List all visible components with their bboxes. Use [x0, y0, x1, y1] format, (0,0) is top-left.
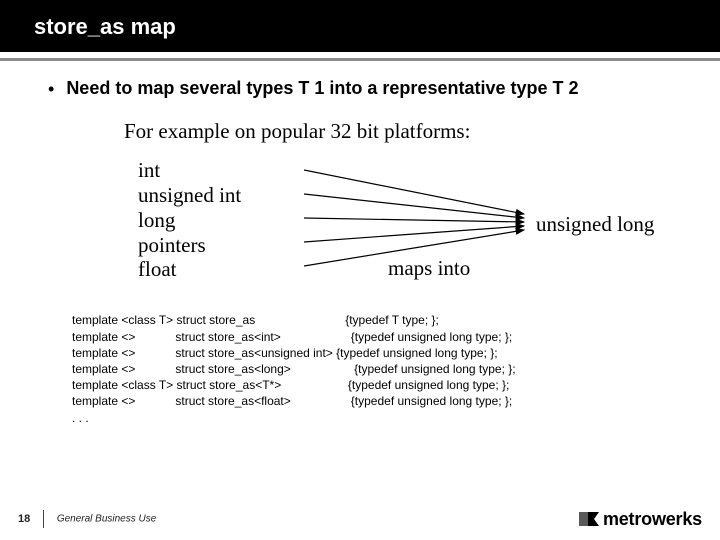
- metrowerks-logo-icon: [579, 511, 599, 525]
- type-mapping-diagram: int unsigned int long pointers float uns…: [138, 158, 696, 288]
- source-type-unsigned-int: unsigned int: [138, 183, 241, 208]
- bullet-text: Need to map several types T 1 into a rep…: [66, 78, 578, 99]
- bullet-dot-icon: •: [48, 78, 54, 101]
- logo-text: metrowerks: [603, 509, 702, 529]
- slide: store_as map • Need to map several types…: [0, 0, 720, 540]
- target-type: unsigned long: [536, 212, 654, 237]
- footer-separator: [43, 510, 44, 528]
- source-type-long: long: [138, 208, 241, 233]
- page-number: 18: [18, 513, 30, 525]
- code-line: template <> struct store_as<float> {type…: [72, 393, 696, 409]
- code-line: template <> struct store_as<long> {typed…: [72, 361, 696, 377]
- code-line: template <> struct store_as<unsigned int…: [72, 345, 696, 361]
- example-subtitle: For example on popular 32 bit platforms:: [124, 119, 696, 144]
- slide-title: store_as map: [34, 14, 176, 39]
- title-bar: store_as map: [0, 0, 720, 52]
- content-area: • Need to map several types T 1 into a r…: [0, 52, 720, 426]
- code-line: template <> struct store_as<int> {typede…: [72, 329, 696, 345]
- main-bullet: • Need to map several types T 1 into a r…: [48, 78, 696, 101]
- source-type-pointers: pointers: [138, 233, 241, 258]
- source-type-int: int: [138, 158, 241, 183]
- source-type-float: float: [138, 257, 241, 282]
- code-line: template <class T> struct store_as<T*> {…: [72, 377, 696, 393]
- source-type-list: int unsigned int long pointers float: [138, 158, 241, 282]
- maps-into-label: maps into: [388, 256, 470, 281]
- code-line: template <class T> struct store_as {type…: [72, 312, 696, 328]
- footer-classification: General Business Use: [57, 514, 157, 525]
- template-code-block: template <class T> struct store_as {type…: [72, 312, 696, 425]
- title-accent-bar: [0, 58, 720, 61]
- metrowerks-logo: metrowerks: [579, 509, 702, 530]
- code-ellipsis: . . .: [72, 410, 696, 426]
- footer: 18 General Business Use: [18, 510, 156, 528]
